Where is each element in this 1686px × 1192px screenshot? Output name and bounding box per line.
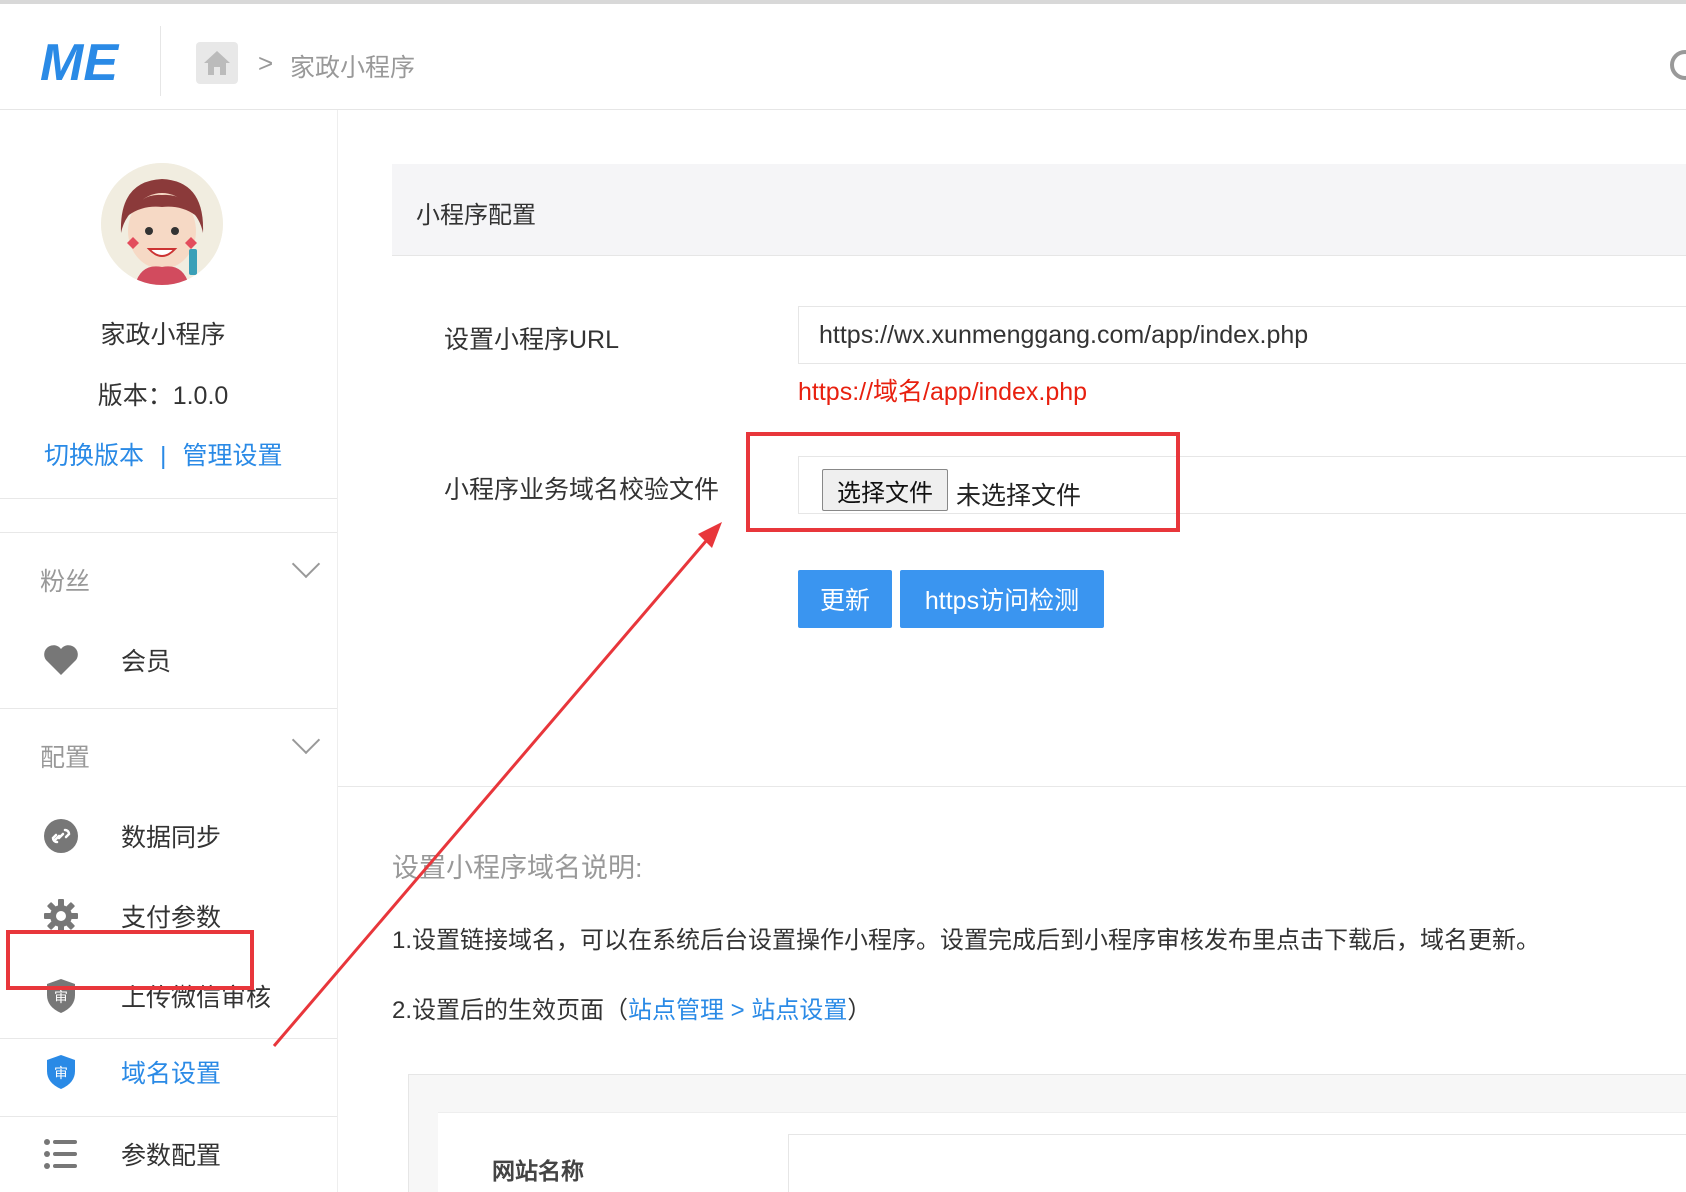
switch-version-link[interactable]: 切换版本 (44, 442, 144, 470)
refresh-icon[interactable] (1670, 50, 1686, 80)
site-name-input[interactable] (788, 1134, 1686, 1192)
site-settings-link[interactable]: 站点设置 (751, 997, 847, 1024)
app-name: 家政小程序 (100, 321, 226, 349)
sidebar-item-params[interactable]: 参数配置 (0, 1124, 337, 1184)
panel-header (392, 164, 1686, 256)
link-separator: | (160, 442, 167, 470)
heart-icon (42, 641, 80, 679)
desc-suffix: ） (847, 997, 872, 1024)
https-check-button[interactable]: https访问检测 (900, 570, 1104, 628)
description-line-1: 1.设置链接域名，可以在系统后台设置操作小程序。设置完成后到小程序审核发布里点击… (392, 927, 1541, 954)
home-button[interactable] (196, 42, 238, 84)
url-hint: https://域名/app/index.php (798, 378, 1088, 406)
svg-text:审: 审 (54, 990, 68, 1006)
breadcrumb-separator: > (258, 48, 274, 78)
home-icon (204, 51, 230, 75)
sidebar-item-label: 数据同步 (121, 824, 222, 852)
list-icon (42, 1135, 80, 1173)
chevron-down-icon[interactable] (291, 549, 321, 579)
description-line-2: 2.设置后的生效页面（站点管理 > 站点设置） (392, 990, 871, 1025)
annotation-box-sidebar (6, 930, 254, 990)
app-logo[interactable]: ME (40, 34, 130, 88)
version-text: 版本：1.0.0 (97, 382, 229, 410)
sidebar-links: 切换版本 | 管理设置 (44, 436, 283, 472)
manage-settings-link[interactable]: 管理设置 (183, 442, 283, 470)
group-title-fans[interactable]: 粉丝 (40, 562, 90, 598)
chevron-down-icon[interactable] (291, 725, 321, 755)
link-icon (42, 817, 80, 855)
sidebar-divider (0, 498, 337, 499)
sidebar-item-label: 参数配置 (121, 1142, 222, 1170)
top-bar: ME > 家政小程序 (0, 0, 1686, 110)
verify-file-label: 小程序业务域名校验文件 (444, 476, 720, 504)
shield-icon: 审 (42, 1053, 80, 1091)
section-divider (338, 786, 1686, 787)
svg-text:审: 审 (54, 1066, 68, 1082)
url-input[interactable] (798, 306, 1686, 364)
sidebar: 家政小程序 版本：1.0.0 切换版本 | 管理设置 粉丝 会员 配置 数据同步 支… (0, 110, 338, 1192)
sidebar-item-domain-settings[interactable]: 审 域名设置 (0, 1042, 337, 1102)
sidebar-item-data-sync[interactable]: 数据同步 (0, 806, 337, 866)
desc-prefix: 2.设置后的生效页面（ (392, 997, 629, 1024)
site-name-label: 网站名称 (492, 1158, 584, 1184)
main-content (338, 110, 1686, 1192)
sidebar-divider (0, 532, 337, 533)
sidebar-divider (0, 708, 337, 709)
breadcrumb-arrow: > (724, 997, 752, 1024)
sidebar-item-member[interactable]: 会员 (0, 630, 337, 690)
sidebar-divider (0, 1116, 337, 1117)
sidebar-item-label: 域名设置 (121, 1060, 222, 1088)
sidebar-divider (0, 1038, 337, 1039)
breadcrumb-current: 家政小程序 (290, 54, 416, 82)
update-button[interactable]: 更新 (798, 570, 892, 628)
logo-divider (160, 26, 161, 96)
description-title: 设置小程序域名说明: (392, 853, 643, 883)
annotation-box-file (746, 432, 1180, 532)
panel-title: 小程序配置 (416, 202, 536, 229)
url-label: 设置小程序URL (444, 326, 620, 354)
sidebar-item-label: 支付参数 (121, 904, 222, 932)
group-title-config[interactable]: 配置 (40, 738, 90, 774)
avatar (101, 163, 223, 285)
svg-text:ME: ME (40, 34, 119, 88)
site-management-link[interactable]: 站点管理 (628, 997, 724, 1024)
sidebar-item-label: 会员 (121, 648, 172, 676)
